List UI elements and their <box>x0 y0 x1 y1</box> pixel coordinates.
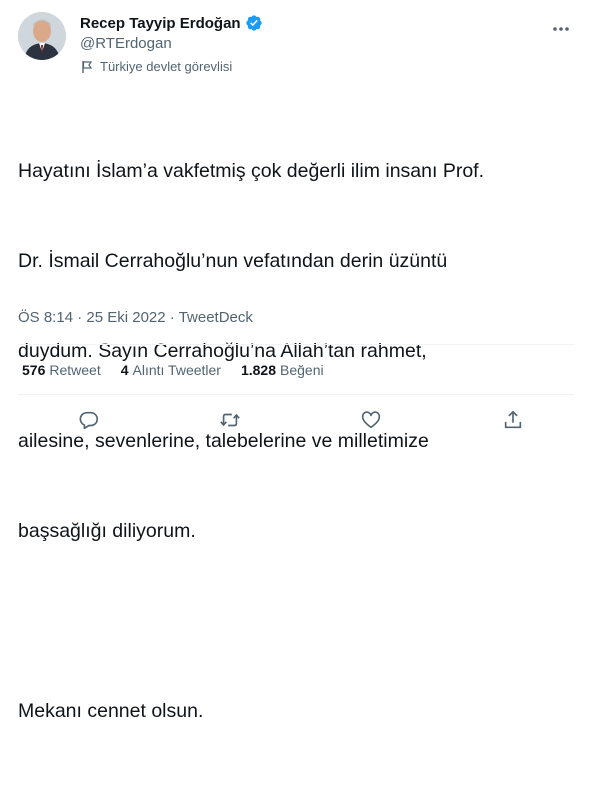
divider <box>18 394 574 395</box>
retweet-icon[interactable] <box>216 406 244 434</box>
flag-icon <box>80 60 94 74</box>
tweet-meta: ÖS 8:14 · 25 Eki 2022 · TweetDeck <box>18 309 253 326</box>
tweet-card: Recep Tayyip Erdoğan @RTErdogan Türkiye … <box>0 0 592 722</box>
avatar-image <box>18 12 66 60</box>
likes-count: 1.828 <box>240 362 277 378</box>
user-handle[interactable]: @RTErdogan <box>80 35 172 52</box>
quotes-label: Alıntı Tweetler <box>132 362 221 378</box>
account-label: Türkiye devlet görevlisi <box>80 59 232 74</box>
tweet-time[interactable]: ÖS 8:14 <box>18 309 73 326</box>
account-label-text: Türkiye devlet görevlisi <box>100 59 233 74</box>
name-row: Recep Tayyip Erdoğan <box>80 14 263 32</box>
tweet-date[interactable]: 25 Eki 2022 <box>86 309 165 326</box>
display-name[interactable]: Recep Tayyip Erdoğan <box>80 15 241 32</box>
likes-label: Beğeni <box>280 362 324 378</box>
tweet-text: Hayatını İslam’a vakfetmiş çok değerli i… <box>18 96 578 786</box>
heart-icon[interactable] <box>357 406 385 434</box>
tweet-closing-line: Mekanı cennet olsun. <box>18 700 204 722</box>
share-icon[interactable] <box>499 406 527 434</box>
reply-icon[interactable] <box>75 406 103 434</box>
tweet-stats: 576 Retweet 4 Alıntı Tweetler 1.828 Beğeni <box>22 362 344 378</box>
meta-separator: · <box>169 309 175 326</box>
retweets-count: 576 <box>22 362 46 378</box>
meta-separator: · <box>77 309 83 326</box>
retweets-label: Retweet <box>49 362 101 378</box>
retweets-stat[interactable]: 576 Retweet <box>22 362 101 378</box>
divider <box>18 344 574 345</box>
tweet-header: Recep Tayyip Erdoğan @RTErdogan Türkiye … <box>18 12 578 76</box>
more-icon[interactable] <box>550 18 572 40</box>
tweet-line: Dr. İsmail Cerrahoğlu’nun vefatından der… <box>18 250 448 272</box>
tweet-actions <box>0 406 592 434</box>
avatar[interactable] <box>18 12 66 60</box>
tweet-line: Hayatını İslam’a vakfetmiş çok değerli i… <box>18 160 485 182</box>
quotes-count: 4 <box>120 362 129 378</box>
quotes-stat[interactable]: 4 Alıntı Tweetler <box>121 362 221 378</box>
tweet-source[interactable]: TweetDeck <box>179 309 253 326</box>
tweet-line: başsağlığı diliyorum. <box>18 520 196 542</box>
likes-stat[interactable]: 1.828 Beğeni <box>241 362 324 378</box>
verified-badge-icon <box>245 14 263 32</box>
